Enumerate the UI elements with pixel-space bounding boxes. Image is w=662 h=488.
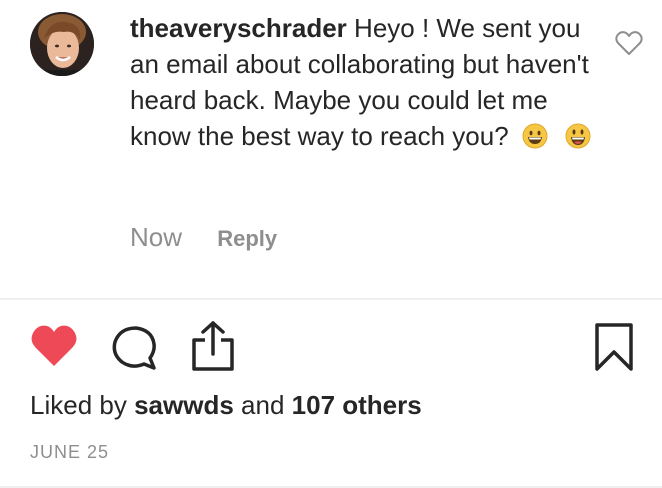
avatar[interactable]	[30, 12, 94, 76]
grinning-face-emoji	[522, 123, 548, 149]
likes-others-link[interactable]: 107 others	[292, 390, 422, 420]
likes-summary: Liked by sawwds and 107 others	[30, 390, 422, 421]
share-upload-icon	[192, 321, 234, 371]
comment-timestamp: Now	[130, 222, 183, 252]
likes-prefix: Liked by	[30, 390, 127, 420]
save-button[interactable]	[594, 322, 634, 372]
bookmark-icon	[595, 323, 633, 371]
heart-filled-icon	[31, 325, 77, 366]
liked-by-user-link[interactable]: sawwds	[134, 390, 234, 420]
comment-username[interactable]: theaveryschrader	[130, 13, 347, 43]
smiley-face-emoji	[565, 123, 591, 149]
share-button[interactable]	[188, 320, 238, 372]
reply-button[interactable]: Reply	[217, 226, 277, 252]
comment-meta: Now Reply	[130, 222, 277, 253]
post-action-bar	[0, 300, 662, 380]
like-button[interactable]	[30, 324, 78, 368]
comment-row: theaveryschrader Heyo ! We sent you an e…	[0, 0, 662, 298]
likes-and: and	[241, 390, 285, 420]
comment-button[interactable]	[110, 324, 158, 372]
avatar-image	[30, 12, 94, 76]
comment-text-block: theaveryschrader Heyo ! We sent you an e…	[130, 10, 600, 154]
comment-bubble-icon	[112, 326, 156, 370]
comment-like-heart-icon[interactable]	[615, 30, 643, 56]
post-date: JUNE 25	[30, 442, 110, 462]
